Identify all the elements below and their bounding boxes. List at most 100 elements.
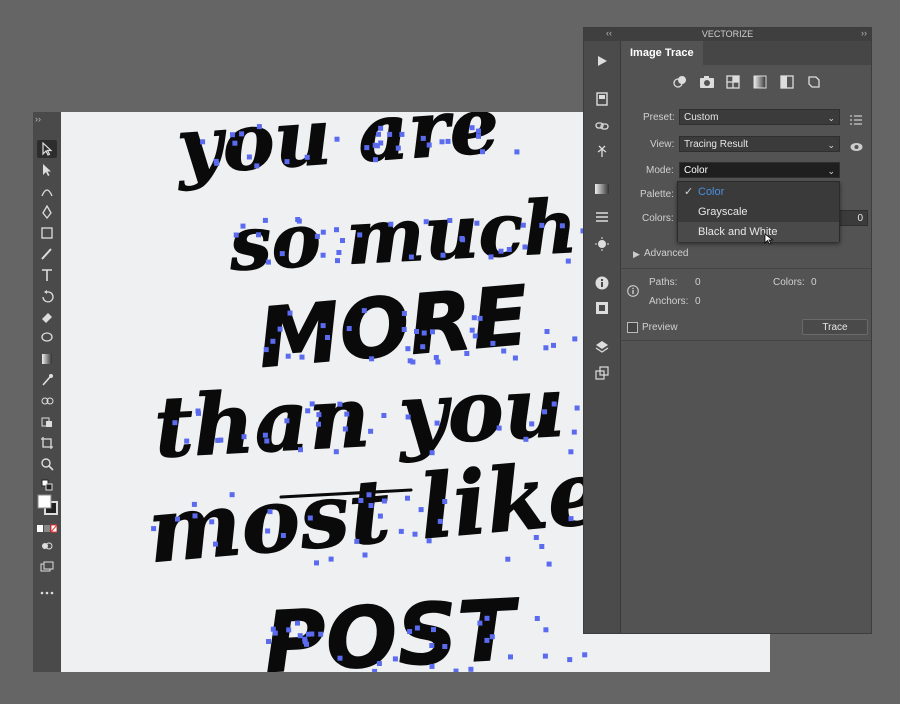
eye-icon[interactable] <box>850 139 863 157</box>
panel-icon-strip <box>584 41 621 633</box>
anchor-point <box>559 223 565 229</box>
eraser-tool-icon[interactable] <box>37 308 57 326</box>
anchor-point <box>286 627 292 633</box>
type-tool-icon[interactable] <box>37 266 57 284</box>
anchor-point <box>304 154 310 160</box>
screen-mode-icon[interactable] <box>37 558 57 576</box>
anchor-point <box>460 237 466 243</box>
anchor-point <box>299 354 305 360</box>
anchor-point <box>388 221 394 227</box>
anchor-point <box>302 639 308 645</box>
advanced-disclosure-icon[interactable]: ▶ <box>633 249 640 260</box>
zoom-tool-icon[interactable] <box>37 455 57 473</box>
stroke-panel-icon[interactable] <box>592 207 612 227</box>
anchor-point <box>240 223 246 229</box>
menu-item-grayscale[interactable]: Grayscale <box>678 202 839 222</box>
low-color-grid-icon[interactable] <box>726 75 740 94</box>
anchor-point <box>476 128 481 134</box>
colors-label: Colors: <box>642 213 674 224</box>
view-dropdown[interactable]: Tracing Result ⌄ <box>679 136 840 152</box>
more-tools-icon[interactable] <box>37 584 57 602</box>
checkmark-icon: ✓ <box>684 186 694 198</box>
panel-title-bar[interactable]: VECTORIZE <box>584 28 871 41</box>
anchor-point <box>401 327 407 332</box>
menu-item-color[interactable]: ✓ Color <box>678 182 839 202</box>
lasso-tool-icon[interactable] <box>37 329 57 347</box>
anchor-point <box>431 627 436 633</box>
anchor-point <box>505 556 511 562</box>
blend-tool-icon[interactable] <box>37 392 57 410</box>
rotate-tool-icon[interactable] <box>37 287 57 305</box>
auto-color-icon[interactable] <box>672 75 688 94</box>
symbol-sprayer-tool-icon[interactable] <box>37 413 57 431</box>
anchor-point <box>246 154 252 160</box>
mode-dropdown[interactable]: Color ⌄ <box>679 162 840 178</box>
colors-stat-value: 0 <box>811 277 817 288</box>
preview-label[interactable]: Preview <box>642 322 678 333</box>
anchor-point <box>442 499 448 504</box>
preview-checkbox[interactable] <box>627 322 638 333</box>
anchor-point <box>270 626 276 632</box>
artboard-tool-icon[interactable] <box>37 434 57 452</box>
gradient-panel-icon[interactable] <box>592 179 612 199</box>
anchor-point <box>175 516 180 522</box>
anchor-point <box>364 145 370 151</box>
draw-mode-icon[interactable] <box>37 537 57 555</box>
panel-collapse-left[interactable]: ‹‹ <box>606 28 612 38</box>
anchor-point <box>320 229 326 235</box>
anchor-point <box>447 218 453 223</box>
selection-tool-icon[interactable] <box>37 140 57 158</box>
anchor-point <box>426 538 432 544</box>
anchor-point <box>474 220 480 226</box>
direct-selection-tool-icon[interactable] <box>37 161 57 179</box>
preset-icons-row <box>672 75 822 91</box>
anchor-point <box>284 418 290 424</box>
pen-tool-icon[interactable] <box>37 203 57 221</box>
tab-image-trace[interactable]: Image Trace <box>621 41 703 65</box>
color-mode-icons[interactable] <box>37 520 57 538</box>
high-color-camera-icon[interactable] <box>699 75 715 94</box>
puppet-warp-icon[interactable] <box>592 141 612 161</box>
toolbar-grip[interactable]: ›› <box>35 114 41 124</box>
rectangle-tool-icon[interactable] <box>37 224 57 242</box>
anchor-point <box>508 654 513 660</box>
menu-item-black-and-white[interactable]: Black and White <box>678 222 839 242</box>
links-icon[interactable] <box>592 116 612 136</box>
grayscale-icon[interactable] <box>753 75 767 94</box>
eyedropper-tool-icon[interactable] <box>37 371 57 389</box>
artwork-line-6: POST <box>262 581 523 672</box>
anchor-point <box>420 135 426 141</box>
appearance-sun-icon[interactable] <box>592 234 612 254</box>
fill-stroke-swatch[interactable] <box>37 494 59 516</box>
curvature-tool-icon[interactable] <box>37 182 57 200</box>
anchor-point <box>262 217 268 223</box>
preset-dropdown[interactable]: Custom ⌄ <box>679 109 840 125</box>
artboards-icon[interactable] <box>592 363 612 383</box>
presets-list-icon[interactable] <box>850 112 862 130</box>
play-action-icon[interactable] <box>592 51 612 71</box>
transform-icon[interactable] <box>592 298 612 318</box>
anchor-point <box>405 414 411 420</box>
anchor-point <box>421 330 427 336</box>
layers-icon[interactable] <box>592 337 612 357</box>
document-info-icon[interactable] <box>592 89 612 109</box>
paintbrush-tool-icon[interactable] <box>37 245 57 263</box>
outline-icon[interactable] <box>807 75 821 94</box>
mode-value: Color <box>684 165 708 176</box>
anchor-point <box>471 315 477 321</box>
anchor-point <box>381 498 387 504</box>
chevron-down-icon: ⌄ <box>827 140 835 150</box>
panel-collapse-right[interactable]: ›› <box>861 28 867 38</box>
gradient-tool-icon[interactable] <box>37 350 57 368</box>
anchor-point <box>523 436 529 442</box>
anchor-point <box>429 450 435 456</box>
advanced-label[interactable]: Advanced <box>644 248 688 259</box>
colors-field-value: 0 <box>857 213 863 224</box>
black-and-white-icon[interactable] <box>780 75 794 94</box>
anchor-point <box>314 233 320 239</box>
info-icon[interactable] <box>592 273 612 293</box>
default-colors-icon[interactable] <box>37 476 57 494</box>
anchor-point <box>571 429 577 435</box>
anchor-point <box>582 652 588 658</box>
trace-button[interactable]: Trace <box>802 319 868 335</box>
